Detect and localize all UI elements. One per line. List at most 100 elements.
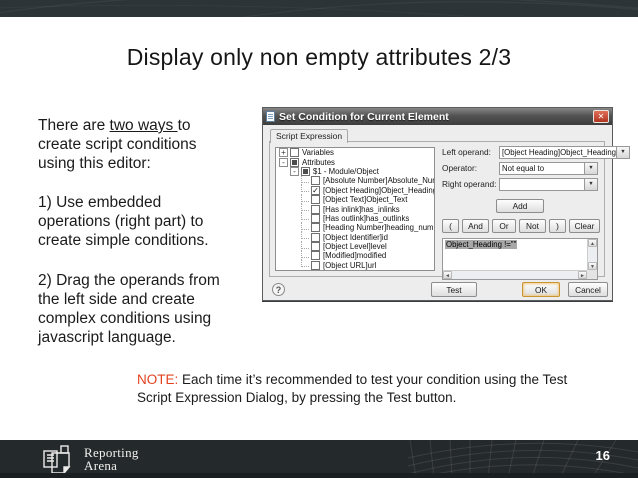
filled-square (303, 168, 308, 174)
scroll-down-icon[interactable]: ▼ (588, 262, 597, 270)
tree-checkbox-unchecked[interactable] (311, 242, 320, 252)
tree-item-label: [Has outlink]has_outlinks (323, 213, 410, 223)
op-button-and[interactable]: And (462, 219, 489, 233)
tree-item[interactable]: [Object Text]Object_Text (276, 193, 434, 205)
field-label: Left operand: (442, 147, 491, 157)
tree-item[interactable]: + Variables (276, 148, 434, 158)
op-button-not[interactable]: Not (519, 219, 546, 233)
tree-checkbox-unchecked[interactable] (311, 176, 320, 186)
brand-text: Reporting Arena (84, 444, 139, 473)
note-label: NOTE: (137, 372, 179, 387)
tree-checkbox-unchecked[interactable] (311, 223, 320, 233)
dialog-title: Set Condition for Current Element (279, 110, 449, 123)
combo-operator[interactable]: Not equal to ▼ (499, 161, 598, 175)
tree-connector (301, 203, 309, 212)
set-condition-dialog: Set Condition for Current Element ✕ Scri… (262, 107, 630, 301)
add-button-row: Add (442, 196, 598, 214)
ok-button[interactable]: OK (522, 282, 560, 297)
tree-item[interactable]: [Modified]modified (276, 249, 434, 261)
test-button[interactable]: Test (431, 282, 477, 297)
intro-underlined: two ways (109, 117, 178, 134)
tree-item-label: [Absolute Number]Absolute_Number (323, 176, 434, 186)
point-2: 2) Drag the operands from the left side … (38, 272, 220, 346)
page-number: 16 (595, 448, 610, 463)
expand-plus-icon[interactable]: + (279, 148, 288, 158)
document-icon (266, 111, 275, 122)
brand-line-2: Arena (84, 458, 118, 473)
scrollbar-corner (587, 270, 597, 279)
tree-checkbox-filled[interactable] (301, 166, 310, 176)
top-band (0, 0, 638, 17)
tree-item-label: [Object Identifier]id (323, 232, 389, 242)
op-button-clear[interactable]: Clear (569, 219, 600, 233)
collapse-minus-icon[interactable]: - (290, 166, 299, 176)
tree-item[interactable]: [Absolute Number]Absolute_Number (276, 174, 434, 186)
tree-checkbox-unchecked[interactable] (311, 232, 320, 242)
tree-item-label: [Object Level]level (323, 242, 387, 252)
tab-script-expression[interactable]: Script Expression (270, 129, 349, 143)
tree-item-label: [Modified]modified (323, 251, 387, 261)
combo-value: [Object Heading]Object_Heading (502, 147, 616, 157)
tree-item[interactable]: [Heading Number]heading_number (276, 221, 435, 233)
tree-connector (301, 249, 309, 258)
help-button[interactable]: ? (272, 283, 285, 296)
dialog-titlebar[interactable]: Set Condition for Current Element ✕ (263, 108, 612, 125)
expression-text: Object_Heading !="" (445, 240, 518, 249)
footer-band: Reporting Arena 16 (0, 440, 638, 478)
tree-checkbox-unchecked[interactable] (311, 213, 320, 223)
combo-left-operand[interactable]: [Object Heading]Object_Heading ▼ (499, 145, 630, 159)
tree-item-label: $1 - Module/Object (313, 166, 379, 176)
tree-connector (301, 240, 309, 249)
tree-item-label: Attributes (302, 157, 335, 167)
tree-item[interactable]: [Has outlink]has_outlinks (276, 212, 434, 223)
tree-item[interactable]: [Has inlink]has_inlinks (276, 203, 434, 214)
tree-checkbox-checked[interactable]: ✓ (311, 185, 320, 195)
tree-item[interactable]: - $1 - Module/Object (276, 166, 434, 176)
expression-groupbox: + Variables - Attributes - $1 - Module/Object… (269, 141, 630, 280)
horizontal-scrollbar[interactable]: ◄ ► (443, 270, 587, 279)
op-button-open-paren[interactable]: ( (442, 219, 459, 233)
scroll-up-icon[interactable]: ▲ (588, 239, 597, 247)
operand-field-row: Left operand: [Object Heading]Object_Head… (442, 144, 630, 160)
operand-field-row: Operator: Not equal to ▼ (442, 160, 598, 176)
operand-field-row: Right operand: ▼ (442, 176, 598, 192)
scroll-right-icon[interactable]: ► (578, 271, 587, 279)
tree-item[interactable]: [Object URL]url (276, 259, 434, 270)
attribute-tree[interactable]: + Variables - Attributes - $1 - Module/Object… (275, 147, 435, 271)
add-button[interactable]: Add (496, 199, 544, 213)
reporting-arena-logo: Reporting Arena (42, 443, 139, 475)
op-button-close-paren[interactable]: ) (549, 219, 566, 233)
dropdown-arrow-icon[interactable]: ▼ (584, 178, 597, 190)
tree-connector (301, 193, 309, 202)
vertical-scrollbar[interactable]: ▲ ▼ (587, 239, 597, 270)
close-button[interactable]: ✕ (593, 110, 609, 123)
combo-value (500, 179, 584, 190)
brand-line-1: Reporting (84, 444, 139, 460)
tree-item[interactable]: - Attributes (276, 157, 434, 167)
tree-item[interactable]: [Object Level]level (276, 240, 434, 252)
intro-pre: There are (38, 117, 110, 134)
combo-right-operand[interactable]: ▼ (499, 177, 598, 191)
tree-checkbox-unchecked[interactable] (311, 251, 320, 261)
tree-checkbox-unchecked[interactable] (311, 195, 320, 205)
tree-item-label: [Heading Number]heading_number (323, 223, 435, 233)
tree-item-label: [Object URL]url (323, 260, 377, 270)
operator-buttons-row: (And Or Not) Clear (442, 219, 600, 233)
tree-checkbox-unchecked[interactable] (311, 204, 320, 214)
operand-pane: Left operand: [Object Heading]Object_Head… (442, 144, 630, 280)
field-label: Operator: (442, 163, 478, 173)
tree-connector (301, 212, 309, 221)
cancel-button[interactable]: Cancel (568, 282, 608, 297)
tree-checkbox-filled[interactable] (290, 157, 299, 167)
tree-checkbox-unchecked[interactable] (290, 148, 299, 158)
op-button-or[interactable]: Or (492, 219, 516, 233)
tree-item[interactable]: [Object Identifier]id (276, 231, 434, 242)
tree-checkbox-unchecked[interactable] (311, 260, 320, 270)
tree-item-label: [Object Heading]Object_Heading (323, 185, 435, 195)
scroll-left-icon[interactable]: ◄ (443, 271, 452, 279)
expression-editor[interactable]: Object_Heading !="" ▲ ▼ ◄ ► (442, 238, 598, 280)
dropdown-arrow-icon[interactable]: ▼ (584, 162, 597, 174)
collapse-minus-icon[interactable]: - (279, 157, 288, 167)
tree-item[interactable]: ✓ [Object Heading]Object_Heading (276, 184, 435, 195)
dropdown-arrow-icon[interactable]: ▼ (616, 146, 629, 158)
